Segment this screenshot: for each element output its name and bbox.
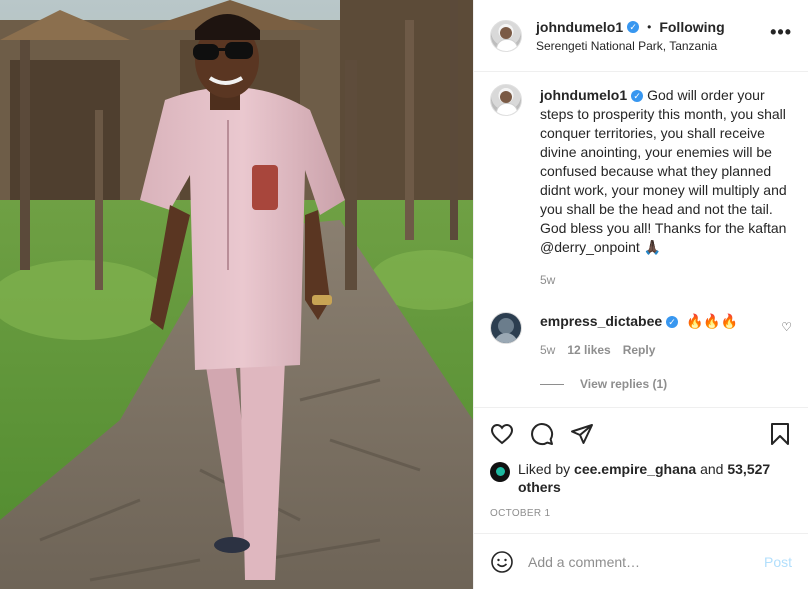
- post-details-panel: johndumelo1 ✓ • Following Serengeti Nati…: [473, 0, 808, 589]
- comment-likes-count[interactable]: 12 likes: [567, 343, 610, 357]
- follow-status-button[interactable]: Following: [659, 19, 724, 35]
- save-button[interactable]: [752, 414, 792, 454]
- author-avatar[interactable]: [490, 19, 522, 52]
- post-header: johndumelo1 ✓ • Following Serengeti Nati…: [474, 0, 808, 72]
- caption-age[interactable]: 5w: [540, 271, 792, 290]
- comments-section: johndumelo1 ✓ God will order your steps to…: [474, 72, 808, 407]
- smiley-icon: [491, 550, 513, 573]
- comment-text: 🔥🔥🔥: [685, 313, 739, 329]
- separator-dot: •: [647, 19, 652, 34]
- post-actions-section: Liked by cee.empire_ghana and 53,527 oth…: [474, 407, 808, 533]
- add-comment-input[interactable]: [528, 553, 764, 570]
- caption-author-avatar[interactable]: [490, 84, 522, 116]
- caption-username[interactable]: johndumelo1: [540, 87, 627, 103]
- liked-by-connector: and: [700, 461, 724, 477]
- verified-badge-icon: ✓: [631, 90, 644, 102]
- view-replies-line: [540, 383, 564, 385]
- liked-by-prefix: Liked by: [518, 461, 571, 477]
- author-info: johndumelo1 ✓ • Following Serengeti Nati…: [536, 19, 770, 53]
- instagram-post-modal: johndumelo1 ✓ • Following Serengeti Nati…: [0, 0, 808, 589]
- post-location[interactable]: Serengeti National Park, Tanzania: [536, 39, 770, 53]
- like-button[interactable]: [490, 414, 530, 454]
- commenter-username[interactable]: empress_dictabee: [540, 313, 662, 329]
- paper-plane-icon: [571, 424, 593, 444]
- caption-text: God will order your steps to prosperity …: [540, 87, 787, 255]
- add-comment-bar: Post: [474, 533, 808, 589]
- share-button[interactable]: [570, 414, 610, 454]
- post-photo-illustration: [0, 0, 473, 589]
- liker-avatar[interactable]: [490, 462, 510, 482]
- heart-icon: [490, 423, 514, 445]
- verified-badge-icon: ✓: [627, 20, 640, 33]
- comment-button[interactable]: [530, 414, 570, 454]
- comment-age[interactable]: 5w: [540, 343, 555, 357]
- action-bar: [490, 408, 792, 460]
- post-date[interactable]: OCTOBER 1: [490, 508, 792, 519]
- commenter-avatar[interactable]: [490, 312, 522, 344]
- view-replies-button[interactable]: View replies (1): [540, 377, 792, 391]
- comment-bubble-icon: [531, 423, 554, 446]
- post-caption: johndumelo1 ✓ God will order your steps to…: [490, 84, 792, 290]
- emoji-picker-button[interactable]: [490, 550, 514, 574]
- more-options-icon[interactable]: •••: [770, 22, 792, 43]
- author-username[interactable]: johndumelo1: [536, 19, 623, 35]
- reply-button[interactable]: Reply: [623, 343, 656, 357]
- like-comment-heart-icon[interactable]: ♡: [781, 320, 792, 334]
- post-photo[interactable]: [0, 0, 473, 589]
- verified-badge-icon: ✓: [666, 316, 679, 328]
- comment-item: empress_dictabee ✓ 🔥🔥🔥 5w 12 likes Reply…: [490, 312, 792, 357]
- liker-username[interactable]: cee.empire_ghana: [574, 461, 696, 477]
- post-comment-button[interactable]: Post: [764, 554, 792, 570]
- liked-by-summary: Liked by cee.empire_ghana and 53,527 oth…: [490, 460, 792, 496]
- view-replies-label: View replies (1): [580, 377, 668, 391]
- bookmark-icon: [771, 423, 789, 445]
